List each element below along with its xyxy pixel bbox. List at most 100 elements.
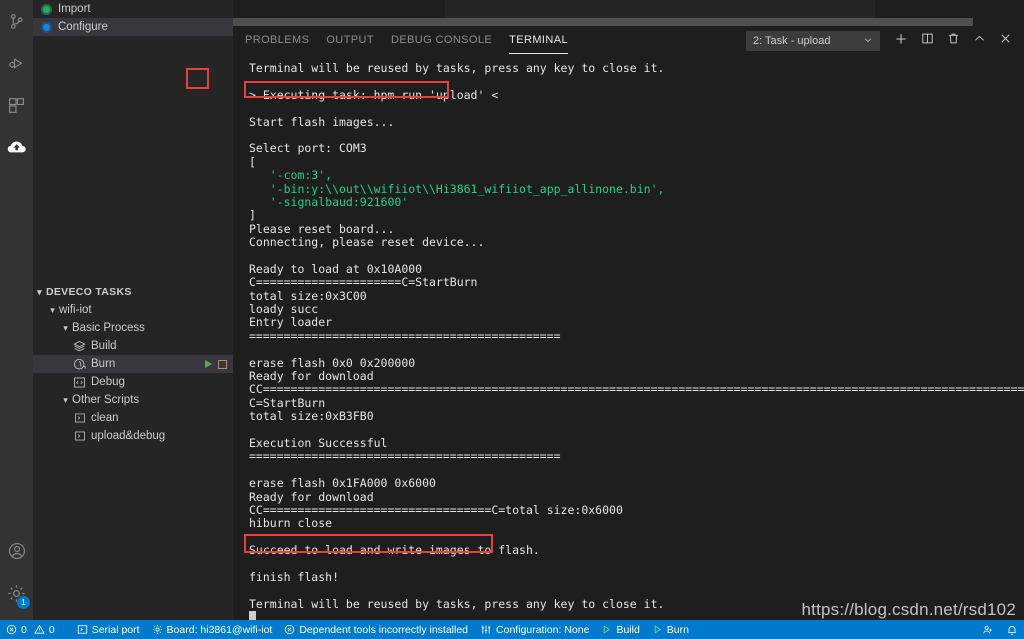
terminal-line-text: finish flash!	[249, 569, 340, 584]
terminal-line: total size:0x3C00	[249, 289, 1024, 303]
terminal-line: Connecting, please reset device...	[249, 235, 1024, 249]
maximize-panel-button[interactable]	[966, 28, 992, 54]
tree-item-clean[interactable]: clean	[33, 409, 233, 427]
terminal-line: Start flash images...	[249, 115, 1024, 129]
terminal-line-text: total size:0xB3FB0	[249, 409, 374, 424]
status-problems[interactable]: 0 0	[0, 620, 61, 639]
stop-task-icon[interactable]	[218, 359, 227, 369]
terminal-line	[249, 584, 1024, 597]
activitybar-item-account[interactable]	[0, 530, 33, 572]
terminal-line: loady succ	[249, 302, 1024, 317]
terminal-line-text: Terminal will be reused by tasks, press …	[249, 61, 665, 75]
terminal-line-text	[249, 423, 256, 437]
tab-problems[interactable]: PROBLEMS	[245, 34, 309, 48]
status-board[interactable]: Board: hi3861@wifi-iot	[146, 620, 279, 639]
status-bar: 0 0 Serial port Board: hi3861@wifi-iot D…	[0, 620, 1024, 639]
terminal-line: Entry loader	[249, 316, 1024, 329]
status-serial-port[interactable]: Serial port	[71, 620, 146, 639]
terminal-line: Select port: COM3	[249, 142, 1024, 155]
sidebar-item-configure[interactable]: Configure	[33, 18, 233, 36]
terminal-line: total size:0xB3FB0	[249, 409, 1024, 424]
status-live-share[interactable]	[976, 620, 1000, 639]
status-configuration[interactable]: Configuration: None	[474, 620, 595, 639]
terminal-line-text: ========================================…	[249, 328, 561, 343]
blue-circle-icon	[41, 21, 52, 33]
source-control-icon	[8, 13, 25, 30]
tree-item-project[interactable]: ▾ wifi-iot	[33, 301, 233, 319]
tree-group-basic-process[interactable]: ▾ Basic Process	[33, 319, 233, 337]
terminal-line	[249, 102, 1024, 115]
new-terminal-button[interactable]	[888, 28, 914, 54]
activitybar-item-source-control[interactable]	[0, 0, 33, 42]
editor-ghost-left	[233, 0, 445, 18]
sidebar-item-import[interactable]: Import	[33, 0, 233, 18]
tree-section-deveco-tasks[interactable]: ▾ DEVECO TASKS	[33, 283, 233, 301]
run-task-icon[interactable]	[205, 360, 212, 368]
terminal-line-text: loady succ	[249, 302, 319, 317]
terminal-line	[249, 464, 1024, 477]
terminal-line: > Executing task: hpm run 'upload' <	[249, 87, 1024, 102]
tree-group-label: Other Scripts	[72, 394, 140, 406]
activity-bar: 1	[0, 0, 33, 620]
plus-icon	[894, 32, 908, 51]
status-serial-port-label: Serial port	[91, 623, 140, 636]
terminal-line: Execution Successful	[249, 435, 1024, 450]
terminal-selector[interactable]: 2: Task - upload	[746, 31, 880, 51]
tree-item-debug[interactable]: Debug	[33, 373, 233, 391]
status-burn[interactable]: Burn	[646, 620, 695, 639]
terminal-line-text: ]	[249, 208, 256, 223]
account-icon	[8, 542, 26, 560]
tree-item-build[interactable]: Build	[33, 337, 233, 355]
terminal-line-text: Succeed to load and write images to flas…	[249, 543, 540, 558]
tree-item-burn[interactable]: Burn	[33, 355, 233, 373]
activitybar-item-settings[interactable]: 1	[0, 572, 33, 614]
terminal-line	[249, 557, 1024, 570]
tab-debug-console[interactable]: DEBUG CONSOLE	[391, 34, 492, 48]
split-terminal-button[interactable]	[914, 28, 940, 54]
terminal-line-text: erase flash 0x1FA000 0x6000	[249, 476, 436, 491]
vscode-window: 1 Import Configure ▾ DEVECO TASKS ▾ wifi…	[0, 0, 1024, 639]
terminal-icon	[72, 411, 87, 425]
terminal-line: C=====================C=StartBurn	[249, 276, 1024, 289]
status-dependent-tools[interactable]: Dependent tools incorrectly installed	[278, 620, 474, 639]
terminal-output[interactable]: Terminal will be reused by tasks, press …	[233, 56, 1024, 620]
panel-scrollbar[interactable]	[233, 18, 973, 26]
activitybar-item-extensions[interactable]	[0, 84, 33, 126]
terminal-icon	[77, 624, 88, 635]
tree-section-label: DEVECO TASKS	[46, 286, 132, 298]
terminal-line	[249, 129, 1024, 142]
tab-terminal[interactable]: TERMINAL	[509, 34, 568, 54]
activitybar-item-deveco[interactable]	[0, 126, 33, 168]
terminal-line: ========================================…	[249, 328, 1024, 343]
terminal-line: hiburn close	[249, 517, 1024, 530]
terminal-line-text	[249, 583, 256, 597]
activitybar-item-run-and-debug[interactable]	[0, 42, 33, 84]
terminal-line-text: Execution Successful	[249, 435, 388, 450]
tree-item-upload-debug[interactable]: upload&debug	[33, 427, 233, 445]
terminal-line-text: Ready for download	[249, 489, 374, 504]
terminal-line: [	[249, 155, 1024, 169]
terminal-line-text	[249, 101, 256, 115]
tab-output[interactable]: OUTPUT	[326, 34, 374, 48]
terminal-selector-value: 2: Task - upload	[753, 35, 831, 47]
chevron-down-icon: ▾	[63, 395, 68, 405]
status-build[interactable]: Build	[595, 620, 645, 639]
terminal-line-text	[249, 342, 256, 356]
panel: PROBLEMS OUTPUT DEBUG CONSOLE TERMINAL 2…	[233, 26, 1024, 620]
kill-terminal-button[interactable]	[940, 28, 966, 54]
deveco-cloud-icon	[7, 139, 27, 155]
chevron-down-icon: ▾	[37, 287, 42, 297]
terminal-line-text: Select port: COM3	[249, 141, 367, 156]
terminal-line-text: C=StartBurn	[249, 395, 326, 410]
status-notifications[interactable]	[1000, 620, 1024, 639]
terminal-line-text: > Executing task: hpm run 'upload' <	[249, 87, 499, 102]
terminal-line-text: '-com:3',	[249, 168, 333, 183]
split-icon	[921, 32, 934, 50]
terminal-line-text	[249, 530, 256, 544]
status-problems-errors: 0	[21, 623, 27, 636]
terminal-line-text	[249, 74, 256, 88]
tree-group-other-scripts[interactable]: ▾ Other Scripts	[33, 391, 233, 409]
terminal-line-text: C=====================C=StartBurn	[249, 275, 478, 290]
close-panel-button[interactable]	[992, 28, 1018, 54]
terminal-line: erase flash 0x0 0x200000	[249, 356, 1024, 370]
